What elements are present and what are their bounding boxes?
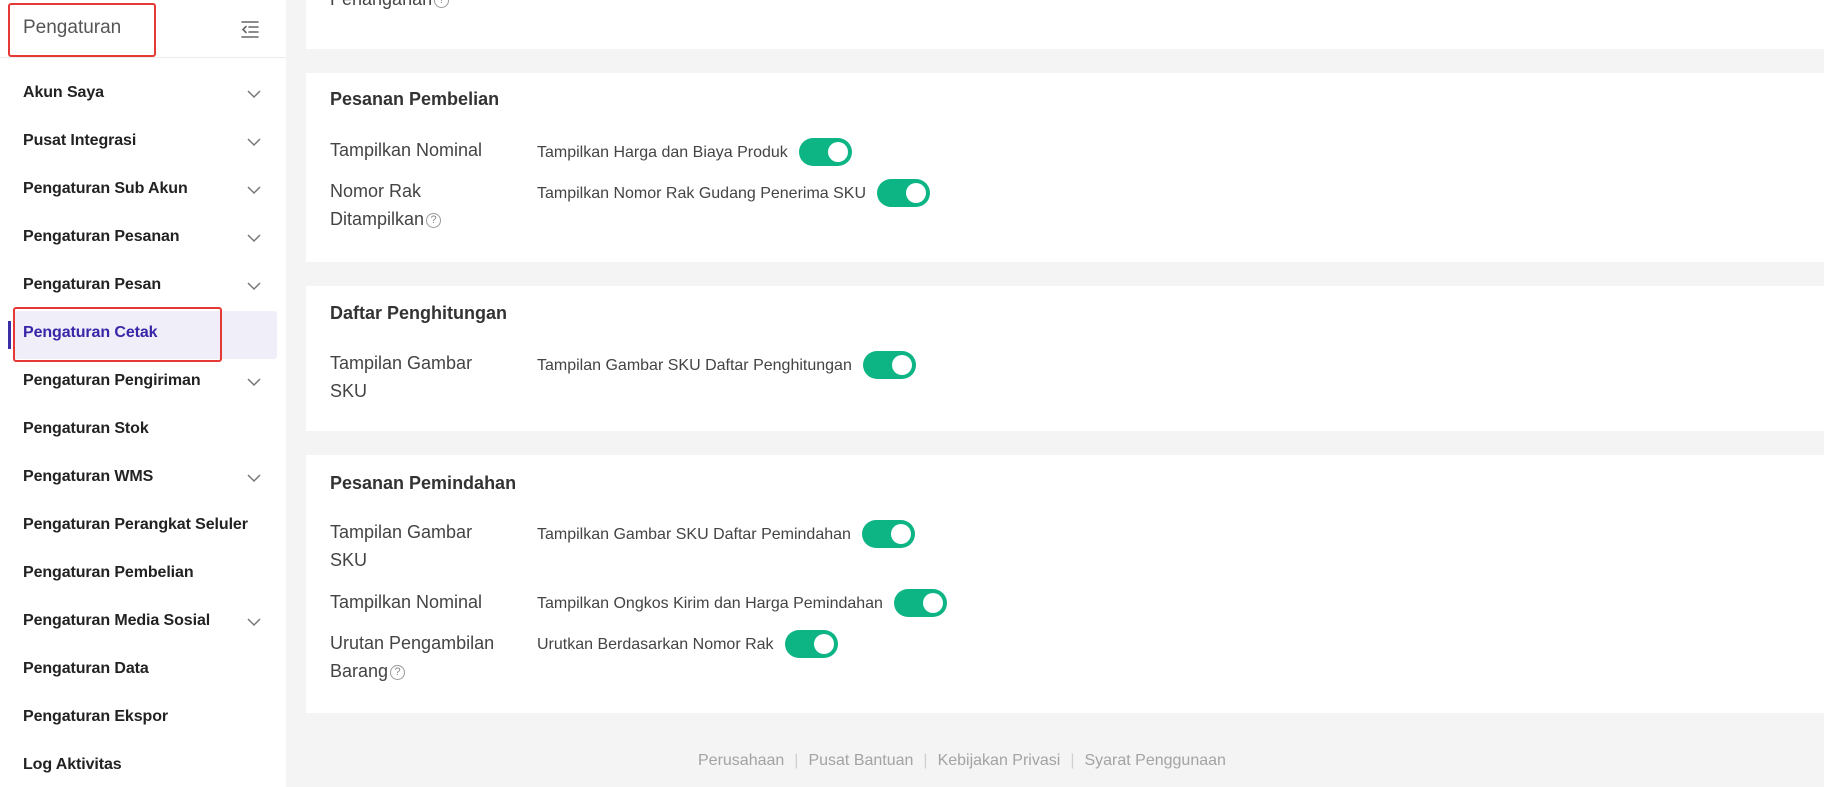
sidebar-item-label: Pengaturan Stok	[23, 420, 149, 437]
card-previous-section: Penanganan?	[306, 0, 1824, 49]
sidebar-item-label: Pengaturan Data	[23, 660, 149, 677]
sidebar-item-label: Pengaturan Ekspor	[23, 708, 169, 725]
sidebar-item-log-aktivitas[interactable]: Log Aktivitas	[0, 743, 286, 787]
footer-link-syarat-penggunaan[interactable]: Syarat Penggunaan	[1084, 752, 1225, 769]
sidebar-item-label: Pengaturan Cetak	[23, 324, 158, 341]
setting-option: Tampilkan Harga dan Biaya Produk	[537, 138, 852, 167]
sidebar-item-sub-akun[interactable]: Pengaturan Sub Akun	[0, 167, 286, 215]
sidebar-item-pengiriman[interactable]: Pengaturan Pengiriman	[0, 359, 286, 407]
setting-label: Nomor Rak Ditampilkan?	[330, 177, 442, 233]
toggle-switch[interactable]	[861, 520, 915, 548]
footer-separator: |	[794, 752, 799, 769]
toggle-switch[interactable]	[798, 138, 852, 166]
sidebar-item-stok[interactable]: Pengaturan Stok	[0, 407, 286, 455]
card-count-list: Daftar Penghitungan Tampilan Gambar SKU …	[306, 286, 1824, 431]
sidebar-item-pusat-integrasi[interactable]: Pusat Integrasi	[0, 119, 286, 167]
help-circle-icon[interactable]: ?	[434, 0, 450, 8]
setting-option: Tampilkan Ongkos Kirim dan Harga Peminda…	[537, 589, 947, 618]
chevron-down-icon	[247, 186, 261, 195]
sidebar-item-pembelian[interactable]: Pengaturan Pembelian	[0, 551, 286, 599]
sidebar-item-akun-saya[interactable]: Akun Saya	[0, 71, 286, 119]
setting-option: Tampilan Gambar SKU Daftar Penghitungan	[537, 351, 916, 380]
footer-link-perusahaan[interactable]: Perusahaan	[698, 752, 784, 769]
sidebar-item-label: Pengaturan WMS	[23, 468, 154, 485]
card-purchase-order: Pesanan Pembelian Tampilkan Nominal Tamp…	[306, 73, 1824, 262]
setting-option: Tampilkan Nomor Rak Gudang Penerima SKU	[537, 179, 931, 208]
sidebar-item-ekspor[interactable]: Pengaturan Ekspor	[0, 695, 286, 743]
section-title: Pesanan Pembelian	[330, 89, 500, 109]
setting-label: Tampilan Gambar SKU	[330, 353, 473, 401]
chevron-down-icon	[247, 282, 261, 291]
chevron-down-icon	[247, 618, 261, 627]
setting-label-partial: Penanganan?	[330, 0, 450, 13]
setting-label: Urutan Pengambilan Barang?	[330, 633, 495, 681]
sidebar-title: Pengaturan	[23, 17, 122, 38]
sidebar-item-label: Pengaturan Pesanan	[23, 228, 180, 245]
chevron-down-icon	[247, 90, 261, 99]
sidebar-item-label: Pengaturan Perangkat Seluler	[23, 516, 248, 533]
active-item-indicator	[8, 321, 11, 349]
sidebar-item-label: Pengaturan Sub Akun	[23, 180, 188, 197]
sidebar-item-wms[interactable]: Pengaturan WMS	[0, 455, 286, 503]
sidebar: Pengaturan Akun Saya Pusat Integrasi Pen…	[0, 0, 286, 787]
setting-label: Tampilkan Nominal	[330, 140, 483, 160]
toggle-switch[interactable]	[893, 589, 947, 617]
footer-link-kebijakan-privasi[interactable]: Kebijakan Privasi	[938, 752, 1061, 769]
sidebar-item-label: Log Aktivitas	[23, 756, 122, 773]
menu-collapse-icon[interactable]	[240, 19, 260, 39]
setting-label: Tampilan Gambar SKU	[330, 522, 473, 570]
sidebar-item-label: Akun Saya	[23, 84, 104, 101]
sidebar-item-label: Pengaturan Pembelian	[23, 564, 194, 581]
sidebar-item-pesanan[interactable]: Pengaturan Pesanan	[0, 215, 286, 263]
footer-separator: |	[923, 752, 928, 769]
chevron-down-icon	[247, 234, 261, 243]
sidebar-item-label: Pusat Integrasi	[23, 132, 137, 149]
sidebar-item-label: Pengaturan Media Sosial	[23, 612, 211, 629]
setting-option: Tampilkan Gambar SKU Daftar Pemindahan	[537, 520, 915, 549]
card-transfer-order: Pesanan Pemindahan Tampilan Gambar SKU T…	[306, 455, 1824, 713]
chevron-down-icon	[247, 474, 261, 483]
help-circle-icon[interactable]: ?	[390, 664, 406, 680]
sidebar-menu: Akun Saya Pusat Integrasi Pengaturan Sub…	[0, 71, 286, 787]
chevron-down-icon	[247, 138, 261, 147]
setting-label: Tampilkan Nominal	[330, 592, 483, 612]
chevron-down-icon	[247, 378, 261, 387]
setting-option: Urutkan Berdasarkan Nomor Rak	[537, 630, 838, 659]
section-title: Pesanan Pemindahan	[330, 473, 517, 493]
footer-link-pusat-bantuan[interactable]: Pusat Bantuan	[808, 752, 913, 769]
sidebar-item-pesan[interactable]: Pengaturan Pesan	[0, 263, 286, 311]
sidebar-item-media-sosial[interactable]: Pengaturan Media Sosial	[0, 599, 286, 647]
section-title: Daftar Penghitungan	[330, 303, 508, 323]
sidebar-item-cetak[interactable]: Pengaturan Cetak	[0, 311, 286, 359]
sidebar-header: Pengaturan	[0, 0, 286, 58]
footer-separator: |	[1070, 752, 1075, 769]
toggle-switch[interactable]	[877, 179, 931, 207]
footer-links: Perusahaan | Pusat Bantuan | Kebijakan Priva…	[698, 752, 1226, 770]
sidebar-item-perangkat-seluler[interactable]: Pengaturan Perangkat Seluler	[0, 503, 286, 551]
sidebar-item-data[interactable]: Pengaturan Data	[0, 647, 286, 695]
toggle-switch[interactable]	[784, 630, 838, 658]
toggle-switch[interactable]	[862, 351, 916, 379]
sidebar-item-label: Pengaturan Pengiriman	[23, 372, 201, 389]
sidebar-item-label: Pengaturan Pesan	[23, 276, 162, 293]
help-circle-icon[interactable]: ?	[426, 212, 442, 228]
